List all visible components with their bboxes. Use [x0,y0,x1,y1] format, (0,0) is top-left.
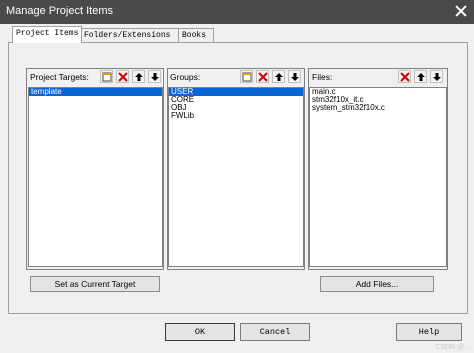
groups-list[interactable]: USER CORE OBJ FWLib [168,87,304,267]
file-item[interactable]: system_stm32f10x.c [310,104,446,112]
delete-icon [399,71,410,82]
delete-icon [257,71,268,82]
move-up-group-button[interactable] [272,70,285,83]
new-target-button[interactable] [100,70,113,83]
arrow-up-icon [134,72,143,81]
move-up-target-button[interactable] [132,70,145,83]
move-down-group-button[interactable] [288,70,301,83]
tab-project-items[interactable]: Project Items [12,26,82,43]
tab-folders-extensions[interactable]: Folders/Extensions [80,28,182,42]
close-icon[interactable] [454,4,468,18]
window-title: Manage Project Items [6,5,113,17]
target-item[interactable]: template [29,88,162,96]
cancel-button[interactable]: Cancel [240,323,310,341]
delete-group-button[interactable] [256,70,269,83]
move-up-file-button[interactable] [414,70,427,83]
arrow-down-icon [290,72,299,81]
title-bar: Manage Project Items [0,0,474,24]
arrow-up-icon [274,72,283,81]
new-item-icon [242,72,251,81]
arrow-up-icon [416,72,425,81]
files-list[interactable]: main.c stm32f10x_it.c system_stm32f10x.c [309,87,447,267]
new-group-button[interactable] [240,70,253,83]
delete-icon [117,71,128,82]
group-item[interactable]: CORE [169,96,303,104]
delete-file-button[interactable] [398,70,411,83]
new-item-icon [102,72,111,81]
targets-list[interactable]: template [28,87,163,267]
set-current-target-button[interactable]: Set as Current Target [30,276,160,292]
arrow-down-icon [432,72,441,81]
delete-target-button[interactable] [116,70,129,83]
move-down-file-button[interactable] [430,70,443,83]
add-files-button[interactable]: Add Files... [320,276,434,292]
help-button[interactable]: Help [396,323,462,341]
ok-button[interactable]: OK [165,323,235,341]
tab-books[interactable]: Books [178,28,214,42]
group-item[interactable]: FWLib [169,112,303,120]
groups-label: Groups: [170,72,201,82]
targets-label: Project Targets: [30,72,89,82]
move-down-target-button[interactable] [148,70,161,83]
files-label: Files: [312,72,333,82]
arrow-down-icon [150,72,159,81]
watermark: CSDN @... [435,344,470,351]
